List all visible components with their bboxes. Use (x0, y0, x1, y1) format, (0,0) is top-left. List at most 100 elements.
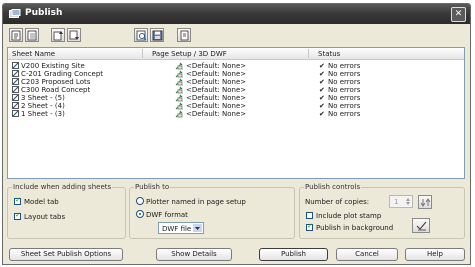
add-sheets-button[interactable] (9, 28, 23, 42)
plotter-radio-label: Plotter named in page setup (146, 198, 246, 206)
spinner-arrows-icon[interactable] (405, 197, 411, 206)
chevron-down-icon (193, 224, 202, 232)
page-setup-cell: <Default: None> (186, 78, 247, 86)
sheet-layout-icon (12, 102, 19, 109)
dwf-format-radio[interactable] (136, 210, 144, 218)
help-button[interactable]: Help (405, 248, 465, 261)
load-list-icon (180, 30, 189, 41)
copies-value: 1 (394, 198, 399, 206)
sheet-layout-icon (12, 86, 19, 93)
page-setup-cell: <Default: None> (186, 94, 247, 102)
publish-controls-title: Publish controls (304, 183, 362, 191)
publish-to-title: Publish to (134, 183, 171, 191)
include-group: Include when adding sheets Model tab Lay… (7, 183, 126, 239)
publish-to-group: Publish to Plotter named in page setup D… (129, 183, 295, 239)
sheet-name-cell: 3 Sheet - (5) (21, 94, 65, 102)
include-plot-stamp-checkbox[interactable] (306, 212, 313, 219)
layout-tabs-label: Layout tabs (24, 213, 66, 221)
table-row[interactable]: 2 Sheet - (4) <Default: None> ✔ No errors (8, 102, 464, 110)
move-up-icon (53, 31, 63, 41)
table-row[interactable]: V200 Existing Site <Default: None> ✔ No err… (8, 62, 464, 70)
page-setup-icon (175, 94, 183, 102)
status-cell: No errors (328, 86, 361, 94)
show-details-button[interactable]: Show Details (156, 248, 232, 261)
remove-sheets-button[interactable] (25, 28, 39, 42)
page-setup-icon (175, 102, 183, 110)
column-sheet-name[interactable]: Sheet Name (12, 50, 55, 58)
model-tab-checkbox[interactable] (14, 196, 21, 205)
sheet-name-cell: C-201 Grading Concept (21, 70, 104, 78)
cancel-button[interactable]: Cancel (336, 248, 398, 261)
copies-input[interactable]: 1 (389, 195, 413, 208)
status-cell: No errors (328, 70, 361, 78)
sheet-set-publish-options-button[interactable]: Sheet Set Publish Options (9, 248, 123, 261)
sheet-layout-icon (12, 94, 19, 101)
move-sheet-up-button[interactable] (51, 28, 65, 42)
stamp-settings-icon (420, 198, 431, 207)
move-sheet-down-button[interactable] (67, 28, 81, 42)
publish-background-checkbox[interactable] (306, 222, 313, 231)
save-sheet-list-button[interactable] (150, 28, 164, 42)
page-setup-cell: <Default: None> (186, 62, 247, 70)
status-cell: No errors (328, 110, 361, 118)
sheet-name-cell: C203 Proposed Lots (21, 78, 91, 86)
status-cell: No errors (328, 102, 361, 110)
column-status[interactable]: Status (318, 50, 340, 58)
format-select[interactable]: DWF file (158, 222, 204, 234)
list-header: Sheet Name Page Setup / 3D DWF Status (8, 48, 464, 60)
sheet-name-cell: C300 Road Concept (21, 86, 91, 94)
publish-button[interactable]: Publish (259, 248, 328, 261)
sheet-layout-icon (12, 110, 19, 117)
table-row[interactable]: C-201 Grading Concept <Default: None> ✔ No … (8, 70, 464, 78)
dwf-format-label: DWF format (146, 211, 188, 219)
include-group-title: Include when adding sheets (12, 183, 113, 191)
plotter-radio[interactable] (136, 197, 144, 205)
sheet-name-cell: V200 Existing Site (21, 62, 85, 70)
page-setup-icon (175, 110, 183, 118)
sheet-layout-icon (12, 70, 19, 77)
format-select-value: DWF file (162, 225, 192, 233)
table-row[interactable]: 1 Sheet - (3) <Default: None> ✔ No errors (8, 110, 464, 118)
preview-icon (136, 30, 147, 41)
sheet-layout-icon (12, 78, 19, 85)
check-icon: ✔ (319, 62, 325, 70)
close-button[interactable]: ✕ (451, 7, 466, 22)
plot-stamp-settings-button[interactable] (418, 195, 432, 209)
page-setup-icon (175, 70, 183, 78)
column-page-setup[interactable]: Page Setup / 3D DWF (152, 50, 227, 58)
layout-tabs-checkbox[interactable] (14, 211, 21, 220)
include-plot-stamp-label: Include plot stamp (316, 212, 382, 220)
status-cell: No errors (328, 94, 361, 102)
check-icon: ✔ (319, 94, 325, 102)
check-icon: ✔ (319, 78, 325, 86)
preview-button[interactable] (134, 28, 148, 42)
table-row[interactable]: 3 Sheet - (5) <Default: None> ✔ No errors (8, 94, 464, 102)
page-setup-cell: <Default: None> (186, 102, 247, 110)
page-setup-icon (175, 86, 183, 94)
title-bar[interactable]: Publish ✕ (3, 4, 470, 24)
publish-icon (9, 9, 21, 18)
check-icon: ✔ (319, 70, 325, 78)
publish-background-label: Publish in background (316, 224, 394, 232)
check-icon: ✔ (319, 102, 325, 110)
window-title: Publish (25, 8, 63, 18)
save-icon (152, 30, 163, 41)
publish-dialog: Publish ✕ Sheet Name Page Setup / 3D DWF… (2, 3, 471, 265)
sheet-layout-icon (12, 62, 19, 69)
status-cell: No errors (328, 78, 361, 86)
model-tab-label: Model tab (24, 198, 59, 206)
status-cell: No errors (328, 62, 361, 70)
table-row[interactable]: C300 Road Concept <Default: None> ✔ No erro… (8, 86, 464, 94)
page-setup-icon (175, 62, 183, 70)
load-sheet-list-button[interactable] (177, 28, 191, 42)
check-icon: ✔ (319, 110, 325, 118)
remove-sheets-icon (27, 30, 37, 41)
add-sheets-icon (11, 30, 21, 41)
page-setup-icon (175, 78, 183, 86)
table-row[interactable]: C203 Proposed Lots <Default: None> ✔ No err… (8, 78, 464, 86)
toolbar (3, 26, 470, 46)
sheet-list[interactable]: Sheet Name Page Setup / 3D DWF Status V2… (7, 47, 465, 179)
page-setup-cell: <Default: None> (186, 110, 247, 118)
publish-options-button[interactable] (412, 218, 430, 233)
sheet-name-cell: 1 Sheet - (3) (21, 110, 65, 118)
